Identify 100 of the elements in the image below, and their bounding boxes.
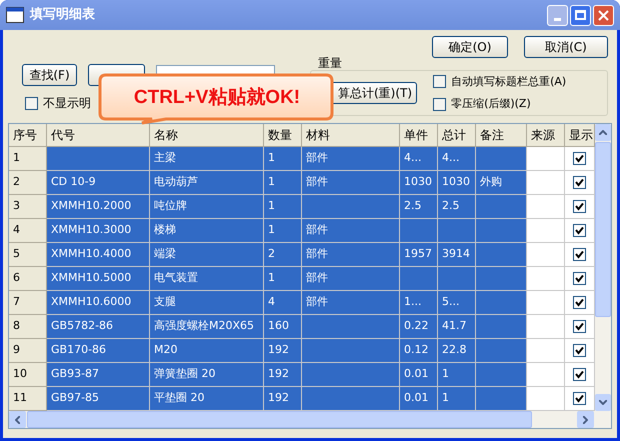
table-cell: XMMH10.3000 xyxy=(47,219,150,243)
table-cell: XMMH10.4000 xyxy=(47,243,150,267)
table-cell: 2 xyxy=(9,171,47,195)
checkbox[interactable] xyxy=(573,224,586,237)
table-cell: 3 xyxy=(9,195,47,219)
table-cell xyxy=(527,267,565,291)
checkbox[interactable] xyxy=(433,98,446,111)
checkmark-icon xyxy=(575,154,584,163)
checkbox[interactable] xyxy=(573,176,586,189)
table-cell: 192 xyxy=(264,339,302,363)
table-cell: 0.01 xyxy=(400,387,438,411)
table-row[interactable]: 3 XMMH10.2000 吨位牌 1 2.5 2.5 xyxy=(9,195,595,219)
table-cell: 1 xyxy=(264,195,302,219)
table-row[interactable]: 8 GB5782-86 高强度螺栓M20X65 160 0.22 41.7 xyxy=(9,315,595,339)
table-cell: 2 xyxy=(264,243,302,267)
table-cell xyxy=(400,267,438,291)
table-cell: 吨位牌 xyxy=(150,195,264,219)
table-cell xyxy=(527,195,565,219)
checkbox[interactable] xyxy=(573,272,586,285)
checkbox[interactable] xyxy=(573,152,586,165)
table-cell: 4... xyxy=(438,147,476,171)
window-icon xyxy=(6,7,24,23)
table-cell: 外购 xyxy=(476,171,527,195)
table-cell: 部件 xyxy=(302,171,400,195)
table-cell xyxy=(527,291,565,315)
close-button[interactable] xyxy=(593,4,614,26)
checkbox[interactable] xyxy=(573,392,586,405)
checkbox[interactable] xyxy=(573,344,586,357)
scroll-right-button[interactable] xyxy=(577,411,594,428)
table-cell: 0.12 xyxy=(400,339,438,363)
button[interactable]: 查找(F) xyxy=(22,64,77,86)
table-cell: 4 xyxy=(9,219,47,243)
checkbox[interactable] xyxy=(25,96,38,110)
table-cell: 22.8 xyxy=(438,339,476,363)
table-cell xyxy=(527,387,565,411)
table-cell: 5... xyxy=(438,291,476,315)
table-cell: 192 xyxy=(264,387,302,411)
table-row[interactable]: 6 XMMH10.5000 电气装置 1 部件 xyxy=(9,267,595,291)
table-row[interactable]: 2 CD 10-9 电动葫芦 1 部件 1030 1030 外购 xyxy=(9,171,595,195)
checkmark-icon xyxy=(575,226,584,235)
table-cell: 10 xyxy=(9,363,47,387)
table-cell: 4 xyxy=(264,291,302,315)
table-cell: 8 xyxy=(9,315,47,339)
checkmark-icon xyxy=(575,178,584,187)
scroll-thumb[interactable] xyxy=(595,142,611,317)
table-cell: 部件 xyxy=(302,267,400,291)
table-cell: GB97-85 xyxy=(47,387,150,411)
table-cell: 41.7 xyxy=(438,315,476,339)
checkbox[interactable] xyxy=(573,296,586,309)
checkmark-icon xyxy=(575,298,584,307)
table-cell: 0.22 xyxy=(400,315,438,339)
callout-tooltip: CTRL+V粘贴就OK! xyxy=(98,73,336,125)
checkmark-icon xyxy=(575,346,584,355)
table-cell: 6 xyxy=(9,267,47,291)
table-cell xyxy=(527,171,565,195)
table-row[interactable]: 10 GB93-87 弹簧垫圈 20 192 0.01 1 xyxy=(9,363,595,387)
group-title: 重量 xyxy=(318,56,342,70)
table-cell: 1 xyxy=(264,171,302,195)
checkbox[interactable] xyxy=(573,320,586,333)
table-cell: 1030 xyxy=(400,171,438,195)
minimize-button[interactable] xyxy=(547,4,568,26)
maximize-button[interactable] xyxy=(570,4,591,26)
scroll-down-button[interactable] xyxy=(595,394,611,411)
table-row[interactable]: 4 XMMH10.3000 楼梯 1 部件 xyxy=(9,219,595,243)
table-row[interactable]: 1 主梁 1 部件 4... 4... xyxy=(9,147,595,171)
scroll-up-button[interactable] xyxy=(595,124,611,141)
checkbox-label: 不显示明 xyxy=(43,95,91,112)
table-cell: 0.01 xyxy=(400,363,438,387)
checkbox[interactable] xyxy=(573,248,586,261)
table-cell: 2.5 xyxy=(400,195,438,219)
table-row[interactable]: 9 GB170-86 M20 192 0.12 22.8 xyxy=(9,339,595,363)
table-cell: 主梁 xyxy=(150,147,264,171)
table-cell: 部件 xyxy=(302,219,400,243)
checkbox[interactable] xyxy=(573,200,586,213)
window-title: 填写明细表 xyxy=(30,6,95,24)
table-cell xyxy=(476,195,527,219)
table-cell: 部件 xyxy=(302,243,400,267)
table-cell xyxy=(476,315,527,339)
maximize-icon xyxy=(575,10,586,20)
table-row[interactable]: 11 GB97-85 平垫圈 20 192 0.01 1 xyxy=(9,387,595,411)
scroll-left-button[interactable] xyxy=(9,411,26,428)
table-cell: 部件 xyxy=(302,147,400,171)
vertical-scrollbar[interactable] xyxy=(595,124,611,411)
table-cell: 11 xyxy=(9,387,47,411)
horizontal-scrollbar[interactable] xyxy=(9,411,611,428)
table-cell: 1 xyxy=(438,387,476,411)
table-row[interactable]: 5 XMMH10.4000 端梁 2 部件 1957 3914 xyxy=(9,243,595,267)
button[interactable]: 确定(O) xyxy=(432,36,508,58)
checkbox[interactable] xyxy=(573,368,586,381)
table-cell: 1030 xyxy=(438,171,476,195)
table-cell xyxy=(476,147,527,171)
checkbox[interactable] xyxy=(433,75,446,88)
table-cell xyxy=(438,267,476,291)
checkbox-label: 零压缩(后缀)(Z) xyxy=(451,96,531,112)
table-cell: XMMH10.5000 xyxy=(47,267,150,291)
table-cell xyxy=(476,339,527,363)
minimize-icon xyxy=(554,18,561,20)
table-row[interactable]: 7 XMMH10.6000 支腿 4 部件 1... 5... xyxy=(9,291,595,315)
scroll-thumb[interactable] xyxy=(27,411,532,428)
button[interactable]: 取消(C) xyxy=(524,36,608,58)
